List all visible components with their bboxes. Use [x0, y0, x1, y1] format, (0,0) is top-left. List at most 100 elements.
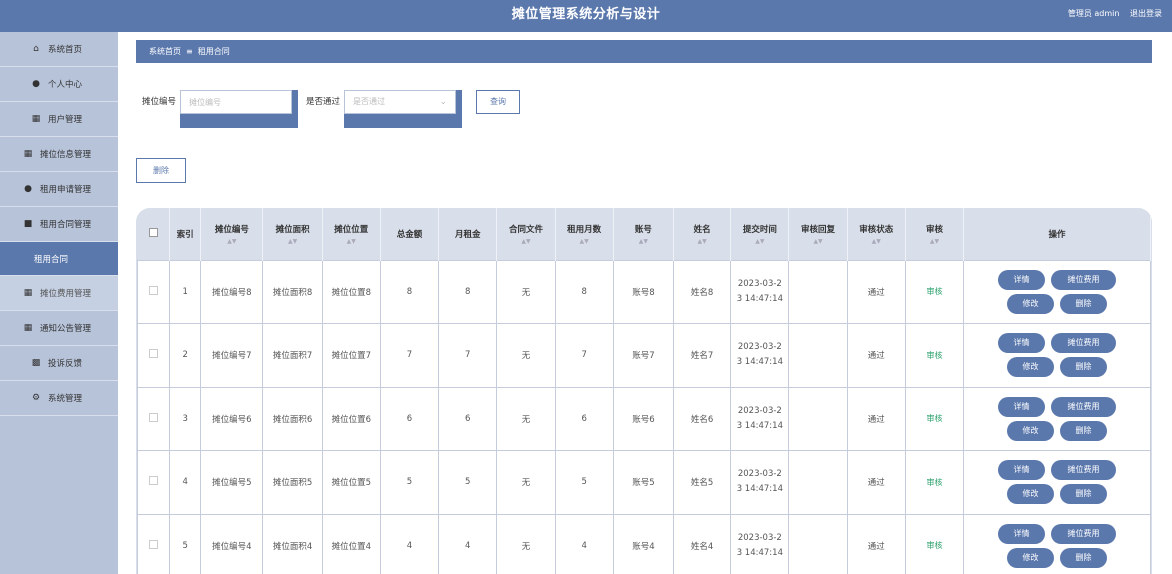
header-name[interactable]: 姓名 ▲▼: [673, 208, 732, 260]
detail-button[interactable]: 详情: [998, 396, 1046, 417]
edit-button[interactable]: 修改: [1007, 547, 1055, 568]
sidebar-item-notice[interactable]: ▦ 通知公告管理: [0, 311, 118, 346]
detail-button[interactable]: 详情: [998, 460, 1046, 481]
stall-code-input[interactable]: [180, 90, 293, 114]
grid-icon: ▦: [23, 323, 33, 333]
cell-name: 姓名7: [673, 323, 732, 388]
delete-button[interactable]: 删除: [1060, 547, 1108, 568]
row-checkbox[interactable]: [149, 349, 159, 359]
header-months[interactable]: 租用月数 ▲▼: [555, 208, 614, 260]
cell-months: 7: [554, 323, 614, 388]
audit-link[interactable]: 审核: [927, 478, 943, 487]
contract-table: 索引 摊位编号 ▲▼ 摊位面积 ▲▼ 摊位位置 ▲▼ 总金额 月租金 合同文件 ▲▼ 租…: [136, 208, 1152, 574]
breadcrumb: 系统首页 ≡ 租用合同: [136, 40, 1152, 63]
cell-audit-reply: [788, 513, 848, 574]
cell-index: 3: [169, 386, 202, 451]
sidebar-item-users[interactable]: ▦ 用户管理: [0, 102, 118, 137]
delete-button[interactable]: 删除: [1060, 420, 1108, 441]
batch-delete-button[interactable]: 删除: [136, 158, 186, 183]
sort-icon: ▲▼: [697, 237, 707, 245]
edit-button[interactable]: 修改: [1007, 293, 1055, 314]
sidebar-item-system[interactable]: ⚙ 系统管理: [0, 381, 118, 416]
row-checkbox-cell: [136, 386, 171, 451]
sort-icon: ▲▼: [346, 237, 356, 245]
audit-link[interactable]: 审核: [927, 541, 943, 550]
header-audit-status[interactable]: 审核状态 ▲▼: [847, 208, 906, 260]
sort-icon: ▲▼: [813, 237, 823, 245]
header-submit-time[interactable]: 提交时间 ▲▼: [730, 208, 790, 260]
sort-icon: ▲▼: [929, 237, 940, 245]
detail-button[interactable]: 详情: [998, 269, 1046, 290]
person-icon: ●: [24, 184, 32, 194]
audit-link[interactable]: 审核: [927, 287, 943, 296]
cell-audit-reply: [788, 259, 848, 324]
sidebar-item-contract[interactable]: ■ 租用合同管理: [0, 207, 118, 242]
cell-index: 4: [169, 450, 202, 515]
query-button[interactable]: 查询: [476, 90, 521, 114]
delete-button[interactable]: 删除: [1060, 357, 1108, 378]
table-row: 5 摊位编号4 摊位面积4 摊位位置4 4 4 无 4 账号4 姓名4 2023-03-2 3 14:…: [136, 513, 1151, 574]
delete-button[interactable]: 删除: [1060, 484, 1108, 505]
row-checkbox[interactable]: [149, 539, 159, 549]
stall-fee-button[interactable]: 摊位费用: [1051, 269, 1117, 290]
header-stall-position[interactable]: 摊位位置 ▲▼: [322, 208, 381, 260]
detail-button[interactable]: 详情: [998, 523, 1046, 544]
stall-fee-button[interactable]: 摊位费用: [1051, 460, 1117, 481]
cell-name: 姓名4: [673, 513, 732, 574]
select-all-checkbox[interactable]: [148, 227, 158, 237]
grid-icon: ▦: [23, 149, 33, 159]
header-monthly-rent[interactable]: 月租金: [438, 208, 498, 260]
edit-button[interactable]: 修改: [1007, 484, 1055, 505]
top-bar: 摊位管理系统分析与设计 管理员 admin 退出登录: [0, 0, 1172, 32]
audit-link[interactable]: 审核: [927, 414, 943, 423]
table-row: 2 摊位编号7 摊位面积7 摊位位置7 7 7 无 7 账号7 姓名7 2023-03-2 3 14:…: [136, 323, 1151, 388]
cell-audit-status: 通过: [846, 259, 906, 324]
select-all-header: [137, 208, 171, 260]
header-audit-reply[interactable]: 审核回复 ▲▼: [788, 208, 848, 260]
sidebar-item-profile[interactable]: ● 个人中心: [0, 67, 118, 102]
sidebar-subitem-contract[interactable]: 租用合同: [0, 242, 118, 276]
breadcrumb-home[interactable]: 系统首页: [149, 46, 181, 57]
sidebar-item-complaint[interactable]: ▩ 投诉反馈: [0, 346, 118, 381]
sidebar-item-stall-fee[interactable]: ▦ 摊位费用管理: [0, 276, 118, 311]
row-checkbox[interactable]: [149, 285, 159, 295]
cell-actions: 详情 摊位费用 修改 删除: [963, 513, 1151, 574]
cell-audit-reply: [788, 386, 848, 451]
cell-monthly-rent: 5: [438, 450, 498, 515]
edit-button[interactable]: 修改: [1007, 420, 1055, 441]
stall-fee-button[interactable]: 摊位费用: [1051, 523, 1117, 544]
header-total[interactable]: 总金额: [380, 208, 440, 260]
row-checkbox[interactable]: [149, 476, 159, 486]
cell-stall-area: 摊位面积4: [262, 513, 323, 574]
detail-button[interactable]: 详情: [998, 333, 1046, 354]
sidebar-item-home[interactable]: ⌂ 系统首页: [0, 32, 118, 67]
header-stall-code[interactable]: 摊位编号 ▲▼: [200, 208, 264, 260]
logout-link[interactable]: 退出登录: [1130, 9, 1162, 18]
pass-select[interactable]: 是否通过 ⌄: [344, 90, 457, 114]
cell-index: 1: [169, 259, 202, 324]
cell-index: 2: [169, 323, 202, 388]
header-audit[interactable]: 审核 ▲▼: [905, 208, 965, 260]
row-checkbox[interactable]: [149, 412, 159, 422]
header-stall-area[interactable]: 摊位面积 ▲▼: [262, 208, 323, 260]
sort-icon: ▲▼: [521, 237, 531, 245]
row-checkbox-cell: [136, 513, 171, 574]
header-account[interactable]: 账号 ▲▼: [613, 208, 675, 260]
cell-total: 6: [379, 386, 440, 451]
sort-icon: ▲▼: [638, 237, 649, 245]
sidebar-item-stall-info[interactable]: ▦ 摊位信息管理: [0, 137, 118, 172]
cell-contract-file: 无: [496, 386, 556, 451]
stall-fee-button[interactable]: 摊位费用: [1051, 396, 1117, 417]
stall-fee-button[interactable]: 摊位费用: [1051, 333, 1117, 354]
audit-link[interactable]: 审核: [927, 351, 943, 360]
cell-account: 账号7: [612, 323, 675, 388]
cell-total: 8: [379, 259, 440, 324]
cell-stall-position: 摊位位置4: [321, 513, 381, 574]
edit-button[interactable]: 修改: [1007, 357, 1055, 378]
sidebar-item-rent-apply[interactable]: ● 租用申请管理: [0, 172, 118, 207]
delete-button[interactable]: 删除: [1060, 293, 1108, 314]
search-form: 摊位编号 是否通过 是否通过 ⌄ 查询: [142, 90, 521, 128]
row-checkbox-cell: [136, 259, 171, 324]
header-contract-file[interactable]: 合同文件 ▲▼: [496, 208, 556, 260]
cell-audit-reply: [788, 323, 848, 388]
